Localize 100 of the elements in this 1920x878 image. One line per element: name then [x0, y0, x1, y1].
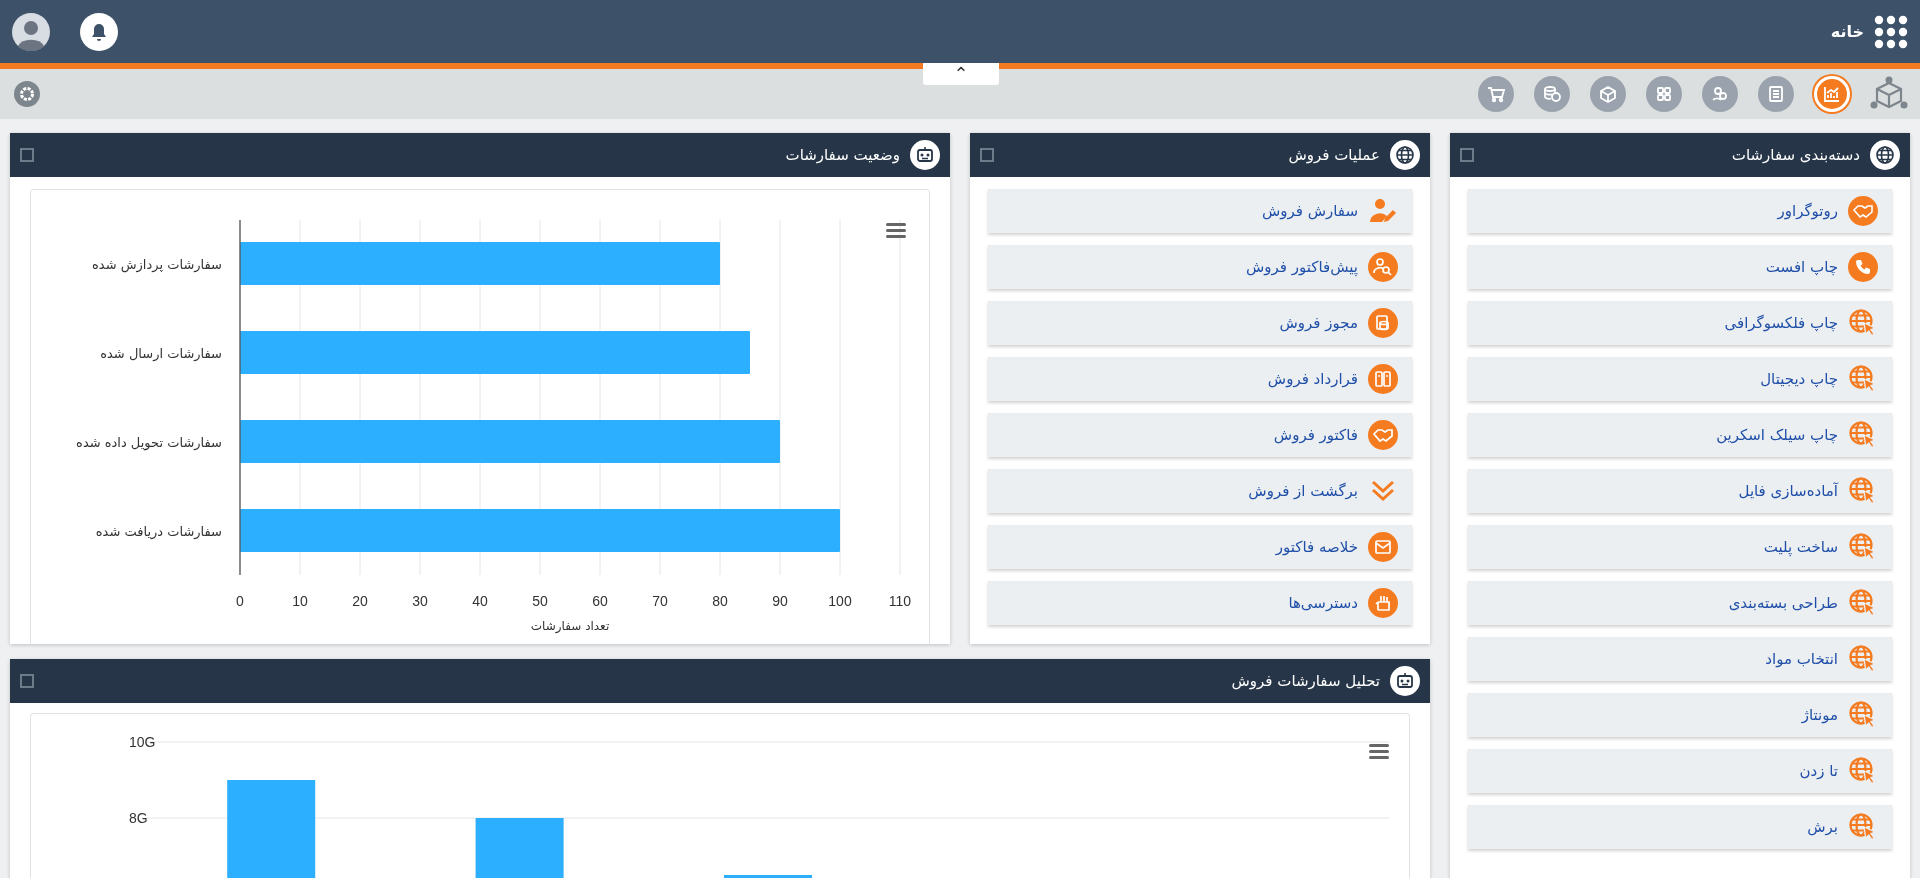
columns-icon [1368, 364, 1398, 394]
menu-item[interactable]: طراحی بسته‌بندی [1468, 581, 1892, 625]
grid-icon[interactable] [1646, 76, 1682, 112]
bell-icon[interactable] [80, 12, 118, 51]
axis-tick-label: 30 [412, 593, 428, 609]
box-icon[interactable] [1590, 76, 1626, 112]
menu-item[interactable]: پیش‌فاکتور فروش [988, 245, 1412, 289]
menu-item-label: برش [1807, 818, 1838, 836]
axis-tick-label: 10 [292, 593, 308, 609]
globe-cursor-icon [1848, 700, 1878, 730]
menu-item-label: تا زدن [1799, 762, 1838, 780]
axis-tick-label: 20 [352, 593, 368, 609]
globe-cursor-icon [1848, 532, 1878, 562]
apps-grid-icon[interactable] [1874, 14, 1908, 49]
menu-item-label: چاپ فلکسوگرافی [1724, 314, 1838, 332]
category-label: سفارشات پردازش شده [92, 257, 222, 272]
globe-cursor-icon [1848, 420, 1878, 450]
mail-icon [1368, 532, 1398, 562]
menu-item-label: چاپ افست [1765, 258, 1838, 276]
menu-item[interactable]: دسترسی‌ها [988, 581, 1412, 625]
maximize-button[interactable] [980, 148, 994, 162]
collapse-tab[interactable]: ⌃ [923, 63, 999, 85]
menu-item-label: ساخت پلیت [1763, 538, 1838, 556]
menu-item[interactable]: مونتاژ [1468, 693, 1892, 737]
menu-item[interactable]: قرارداد فروش [988, 357, 1412, 401]
menu-item-label: مجوز فروش [1279, 314, 1358, 332]
menu-item-label: چاپ دیجیتال [1760, 370, 1838, 388]
menu-item[interactable]: سفارش فروش [988, 189, 1412, 233]
globe-cursor-icon [1848, 476, 1878, 506]
menu-item[interactable]: روتوگراور [1468, 189, 1892, 233]
menu-item-label: سفارش فروش [1261, 202, 1358, 220]
category-label: سفارشات دریافت شده [95, 524, 222, 539]
axis-tick-label: 60 [592, 593, 608, 609]
axis-tick-label: 50 [532, 593, 548, 609]
menu-item[interactable]: ساخت پلیت [1468, 525, 1892, 569]
settings-icon[interactable] [14, 81, 40, 107]
category-label: سفارشات تحویل داده شده [76, 435, 222, 450]
axis-tick-label: 90 [772, 593, 788, 609]
menu-item[interactable]: چاپ دیجیتال [1468, 357, 1892, 401]
menu-item[interactable]: انتخاب مواد [1468, 637, 1892, 681]
cart-icon[interactable] [1478, 76, 1514, 112]
axis-tick-label: 40 [472, 593, 488, 609]
axis-tick-label: 70 [652, 593, 668, 609]
globe-cursor-icon [1848, 364, 1878, 394]
panel-title: تحلیل سفارشات فروش [1231, 672, 1380, 690]
menu-item[interactable]: چاپ سیلک اسکرین [1468, 413, 1892, 457]
axis-tick-label: 0 [236, 593, 244, 609]
globe-icon [1390, 140, 1420, 170]
menu-item[interactable]: چاپ فلکسوگرافی [1468, 301, 1892, 345]
phone-icon [1848, 252, 1878, 282]
menu-item-label: قرارداد فروش [1267, 370, 1358, 388]
menu-item-label: مونتاژ [1801, 706, 1838, 724]
globe-cursor-icon [1848, 308, 1878, 338]
menu-item[interactable]: مجوز فروش [988, 301, 1412, 345]
globe-cursor-icon [1848, 812, 1878, 842]
globe-icon [1870, 140, 1900, 170]
menu-item-label: فاکتور فروش [1273, 426, 1358, 444]
menu-item-label: طراحی بسته‌بندی [1728, 594, 1838, 612]
menu-item-label: آماده‌سازی فایل [1738, 482, 1838, 500]
robot-icon [1390, 666, 1420, 696]
coins-icon[interactable] [1534, 76, 1570, 112]
category-label: سفارشات ارسال شده [100, 346, 222, 361]
panel-title: وضعیت سفارشات [785, 146, 900, 164]
axis-tick-label: 110 [888, 593, 912, 609]
chart-icon[interactable] [1814, 76, 1850, 112]
user-search-icon [1368, 252, 1398, 282]
list-icon[interactable] [1758, 76, 1794, 112]
maximize-button[interactable] [1460, 148, 1474, 162]
menu-icon[interactable] [886, 223, 906, 238]
robot-icon [910, 140, 940, 170]
maximize-button[interactable] [20, 674, 34, 688]
axis-tick-label: 100 [828, 593, 852, 609]
menu-item[interactable]: فاکتور فروش [988, 413, 1412, 457]
maximize-button[interactable] [20, 148, 34, 162]
axis-tick-label: 8G [129, 810, 148, 826]
menu-item-label: روتوگراور [1777, 202, 1838, 220]
menu-item[interactable]: برگشت از فروش [988, 469, 1412, 513]
menu-item[interactable]: برش [1468, 805, 1892, 849]
avatar-icon[interactable] [12, 12, 50, 51]
menu-item-label: خلاصه فاکتور [1275, 538, 1358, 556]
axis-title: تعداد سفارشات [530, 619, 610, 633]
menu-item-label: برگشت از فروش [1248, 482, 1358, 500]
globe-cursor-icon [1848, 756, 1878, 786]
menu-item[interactable]: چاپ افست [1468, 245, 1892, 289]
menu-item-label: دسترسی‌ها [1288, 594, 1358, 612]
menu-item-label: انتخاب مواد [1765, 650, 1838, 668]
panel-title: عملیات فروش [1288, 146, 1380, 164]
menu-item-label: چاپ سیلک اسکرین [1716, 426, 1838, 444]
home-title[interactable]: خانه [1830, 22, 1864, 41]
documents-icon [1368, 308, 1398, 338]
menu-item[interactable]: آماده‌سازی فایل [1468, 469, 1892, 513]
people-icon[interactable] [1702, 76, 1738, 112]
menu-icon[interactable] [1369, 744, 1389, 759]
globe-cursor-icon [1848, 644, 1878, 674]
panel-title: دسته‌بندی سفارشات [1731, 146, 1860, 164]
axis-tick-label: 10G [129, 734, 156, 750]
menu-item-label: پیش‌فاکتور فروش [1246, 258, 1358, 276]
axis-tick-label: 80 [712, 593, 728, 609]
menu-item[interactable]: تا زدن [1468, 749, 1892, 793]
menu-item[interactable]: خلاصه فاکتور [988, 525, 1412, 569]
